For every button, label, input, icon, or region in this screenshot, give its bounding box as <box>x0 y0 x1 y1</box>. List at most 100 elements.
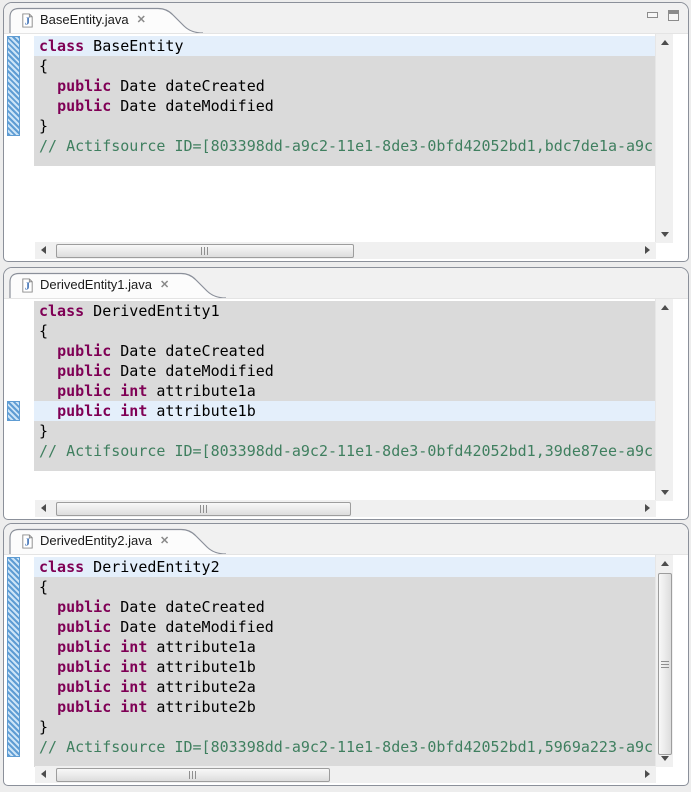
code-line: public int attribute2b <box>34 697 655 717</box>
comment-token: // Actifsource ID=[803398dd-a9c2-11e1-8d… <box>39 738 653 756</box>
plain-token: { <box>39 578 48 596</box>
tab-close-icon[interactable]: ✕ <box>137 13 146 26</box>
editor-pane-derivedentity1-java: J DerivedEntity1.java ✕ class DerivedEnt… <box>3 267 689 520</box>
vertical-scrollbar[interactable] <box>655 34 673 243</box>
code-line: public Date dateCreated <box>34 597 655 617</box>
plain-token <box>39 658 57 676</box>
keyword-token: public <box>57 402 111 420</box>
keyword-token: class <box>39 37 84 55</box>
horizontal-scrollbar[interactable] <box>35 766 656 783</box>
svg-text:J: J <box>25 281 30 292</box>
code-editor[interactable]: class DerivedEntity1 { public Date dateCr… <box>34 299 655 501</box>
plain-token: attribute1a <box>147 638 255 656</box>
plain-token <box>39 638 57 656</box>
scroll-down-icon[interactable] <box>661 756 669 761</box>
editor-tab-bar: J BaseEntity.java ✕ <box>4 3 688 34</box>
keyword-token: public <box>57 678 111 696</box>
code-line: // Actifsource ID=[803398dd-a9c2-11e1-8d… <box>34 441 655 461</box>
code-line: public int attribute1b <box>34 401 655 421</box>
code-editor[interactable]: class BaseEntity{ public Date dateCreate… <box>34 34 655 243</box>
java-file-icon: J <box>20 13 35 28</box>
code-line: public Date dateCreated <box>34 341 655 361</box>
tab-close-icon[interactable]: ✕ <box>160 534 169 547</box>
svg-text:J: J <box>25 537 30 548</box>
keyword-token: int <box>120 402 147 420</box>
code-line: class DerivedEntity2 <box>34 557 655 577</box>
svg-text:J: J <box>25 16 30 27</box>
plain-token: attribute1b <box>147 402 255 420</box>
keyword-token: int <box>120 698 147 716</box>
vertical-scroll-thumb[interactable] <box>658 573 672 755</box>
keyword-token: class <box>39 558 84 576</box>
code-editor[interactable]: class DerivedEntity2{ public Date dateCr… <box>34 555 655 767</box>
keyword-token: int <box>120 678 147 696</box>
keyword-token: public <box>57 598 111 616</box>
scroll-down-icon[interactable] <box>661 232 669 237</box>
plain-token <box>39 97 57 115</box>
horizontal-scroll-thumb[interactable] <box>56 502 351 516</box>
plain-token: { <box>39 322 48 340</box>
code-line: } <box>34 717 655 737</box>
horizontal-scroll-thumb[interactable] <box>56 768 330 782</box>
maximize-icon[interactable] <box>666 10 681 23</box>
scroll-left-icon[interactable] <box>41 504 46 512</box>
editor-right-margin <box>673 299 688 501</box>
keyword-token: public <box>57 658 111 676</box>
plain-token: Date dateModified <box>111 97 274 115</box>
plain-token <box>39 698 57 716</box>
scroll-left-icon[interactable] <box>41 246 46 254</box>
scroll-right-icon[interactable] <box>645 504 650 512</box>
plain-token: attribute1a <box>147 382 255 400</box>
code-line: public int attribute1a <box>34 637 655 657</box>
horizontal-scrollbar[interactable] <box>35 500 656 517</box>
quick-diff-marker <box>7 401 20 421</box>
plain-token: Date dateCreated <box>111 342 265 360</box>
vertical-scrollbar[interactable] <box>655 555 673 767</box>
plain-token: DerivedEntity2 <box>84 558 219 576</box>
code-line: public Date dateModified <box>34 617 655 637</box>
plain-token <box>39 342 57 360</box>
tab-label: DerivedEntity1.java <box>40 277 152 292</box>
keyword-token: int <box>120 658 147 676</box>
scroll-up-icon[interactable] <box>661 561 669 566</box>
generated-region-tail <box>34 461 655 471</box>
plain-token <box>39 77 57 95</box>
scroll-up-icon[interactable] <box>661 305 669 310</box>
keyword-token: int <box>120 382 147 400</box>
plain-token <box>111 678 120 696</box>
keyword-token: class <box>39 302 84 320</box>
vertical-scrollbar[interactable] <box>655 299 673 501</box>
view-controls <box>645 10 681 23</box>
code-line: public Date dateCreated <box>34 76 655 96</box>
plain-token: Date dateCreated <box>111 77 265 95</box>
plain-token <box>39 402 57 420</box>
editor-tab[interactable]: J DerivedEntity2.java ✕ <box>16 529 173 553</box>
plain-token <box>111 638 120 656</box>
horizontal-scrollbar[interactable] <box>35 242 656 259</box>
editor-right-margin <box>673 555 688 767</box>
keyword-token: public <box>57 342 111 360</box>
plain-token: Date dateModified <box>111 362 274 380</box>
minimize-icon[interactable] <box>645 10 660 23</box>
scroll-down-icon[interactable] <box>661 490 669 495</box>
code-line: { <box>34 56 655 76</box>
horizontal-scroll-thumb[interactable] <box>56 244 354 258</box>
editor-tab[interactable]: J BaseEntity.java ✕ <box>16 8 150 32</box>
scroll-left-icon[interactable] <box>41 770 46 778</box>
code-line: { <box>34 321 655 341</box>
plain-token: DerivedEntity1 <box>84 302 219 320</box>
comment-token: // Actifsource ID=[803398dd-a9c2-11e1-8d… <box>39 442 653 460</box>
scroll-right-icon[interactable] <box>645 770 650 778</box>
plain-token <box>111 402 120 420</box>
quick-diff-marker <box>7 557 20 757</box>
keyword-token: public <box>57 638 111 656</box>
tab-label: DerivedEntity2.java <box>40 533 152 548</box>
scroll-right-icon[interactable] <box>645 246 650 254</box>
scroll-up-icon[interactable] <box>661 40 669 45</box>
plain-token <box>111 698 120 716</box>
plain-token: BaseEntity <box>84 37 183 55</box>
tab-close-icon[interactable]: ✕ <box>160 278 169 291</box>
editor-tab[interactable]: J DerivedEntity1.java ✕ <box>16 273 173 297</box>
keyword-token: public <box>57 698 111 716</box>
editor-tab-bar: J DerivedEntity2.java ✕ <box>4 524 688 555</box>
